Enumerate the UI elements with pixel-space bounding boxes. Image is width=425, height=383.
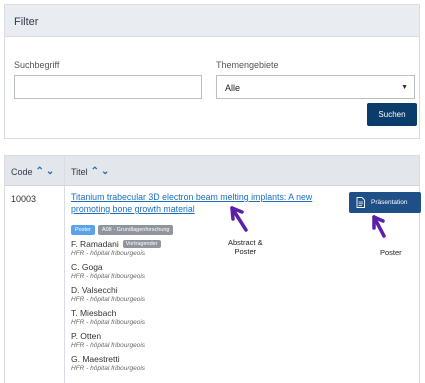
author-affiliation: HFR - hôpital fribourgeois (71, 250, 146, 257)
column-header-title[interactable]: Titel ⌃⌄ (71, 166, 111, 177)
row-title-link[interactable]: Titanium trabecular 3D electron beam mel… (71, 191, 353, 215)
author-item: P. Otten HFR - hôpital fribourgeois (71, 330, 331, 353)
category-badge: A08 - Grundlagenforschung (97, 225, 174, 235)
column-divider (64, 156, 65, 383)
caret-down-icon: ▼ (401, 84, 408, 91)
author-affiliation: HFR - hôpital fribourgeois (71, 342, 146, 349)
author-name: C. Goga (71, 262, 103, 272)
author-name: P. Otten (71, 331, 102, 341)
topic-select[interactable]: Alle ▼ (216, 75, 415, 99)
author-item: G. Maestretti HFR - hôpital fribourgeois (71, 353, 331, 376)
topic-label: Themengebiete (216, 60, 279, 70)
search-button[interactable]: Suchen (367, 103, 417, 126)
column-header-code[interactable]: Code ⌃⌄ (11, 166, 56, 177)
author-name: T. Miesbach (71, 308, 117, 318)
table-header: Code ⌃⌄ Titel ⌃⌄ (5, 156, 419, 186)
annotation-note-poster: Poster (380, 248, 402, 257)
author-item: D. Valsecchi HFR - hôpital fribourgeois (71, 284, 331, 307)
author-list: F. Ramadani Vortragender HFR - hôpital f… (71, 238, 331, 376)
type-badge: Poster (71, 225, 95, 235)
presentation-button[interactable]: Präsentation (349, 192, 421, 213)
author-name: F. Ramadani (71, 239, 119, 249)
results-table: Code ⌃⌄ Titel ⌃⌄ 10003 Titanium trabecul… (4, 155, 421, 383)
author-affiliation: HFR - hôpital fribourgeois (71, 296, 146, 303)
presentation-button-label: Präsentation (371, 199, 408, 206)
author-item: C. Goga HFR - hôpital fribourgeois (71, 261, 331, 284)
document-icon (356, 197, 365, 208)
filter-panel: Filter Suchbegriff Themengebiete Alle ▼ … (4, 4, 420, 139)
topic-selected-value: Alle (225, 83, 241, 93)
sort-up-down-icon[interactable]: ⌃⌄ (36, 166, 57, 177)
row-code: 10003 (11, 194, 37, 204)
author-name: G. Maestretti (71, 354, 120, 364)
search-input[interactable] (14, 75, 202, 99)
row-tags: Poster A08 - Grundlagenforschung (71, 225, 174, 235)
annotation-note-abstract: Abstract & Poster (228, 238, 263, 256)
sort-up-down-icon[interactable]: ⌃⌄ (91, 166, 112, 177)
author-item: T. Miesbach HFR - hôpital fribourgeois (71, 307, 331, 330)
author-affiliation: HFR - hôpital fribourgeois (71, 273, 146, 280)
author-name: D. Valsecchi (71, 285, 118, 295)
search-label: Suchbegriff (14, 60, 60, 70)
presenter-badge: Vortragender (122, 240, 161, 248)
author-affiliation: HFR - hôpital fribourgeois (71, 365, 146, 372)
filter-title: Filter (5, 5, 419, 37)
author-affiliation: HFR - hôpital fribourgeois (71, 319, 146, 326)
author-item: F. Ramadani Vortragender HFR - hôpital f… (71, 238, 331, 261)
